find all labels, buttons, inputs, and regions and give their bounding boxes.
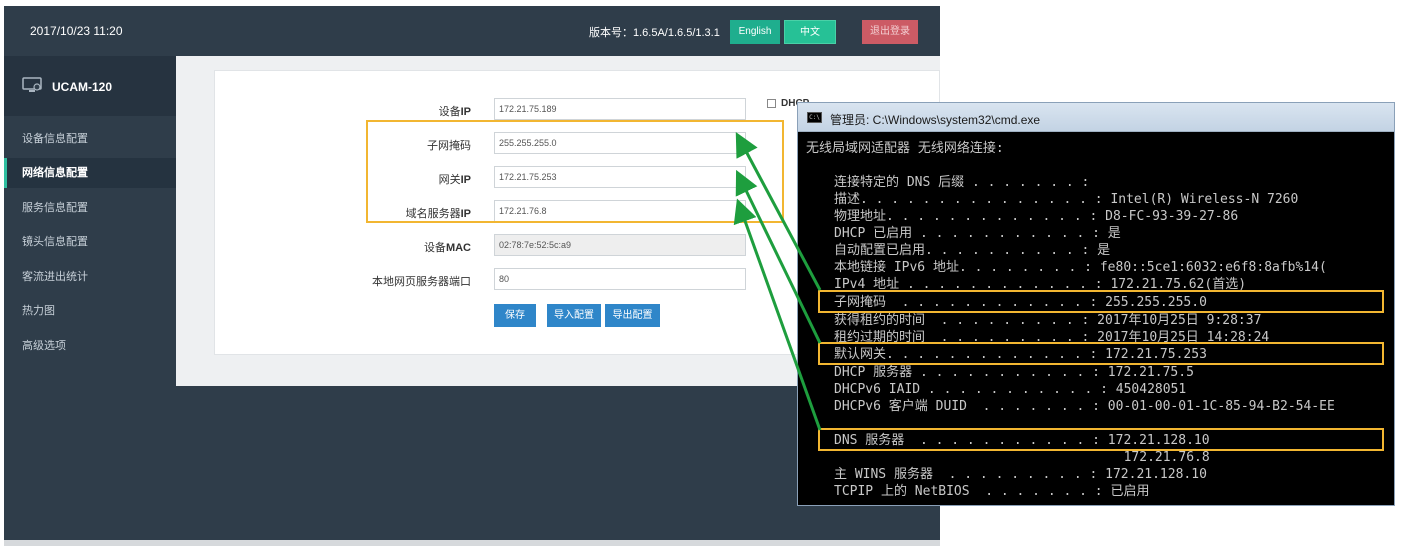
sidebar-item-traffic-stats[interactable]: 客流进出统计 <box>4 262 176 292</box>
sidebar-item-device-info[interactable]: 设备信息配置 <box>4 124 176 154</box>
version-text: 版本号：1.6.5A/1.6.5/1.3.1 <box>589 27 720 39</box>
highlight-box-subnet-mask <box>818 290 1384 313</box>
save-button[interactable]: 保存 <box>494 304 536 327</box>
cmd-line: 物理地址. . . . . . . . . . . . . : D8-FC-93… <box>834 209 1239 224</box>
import-config-button[interactable]: 导入配置 <box>547 304 601 327</box>
cmd-line: DHCP 已启用 . . . . . . . . . . . : 是 <box>834 226 1121 241</box>
device-ip-label: 设备IP <box>438 106 471 118</box>
cmd-adapter-header: 无线局域网适配器 无线网络连接: <box>806 141 1004 156</box>
device-mac-label: 设备MAC <box>423 242 471 254</box>
cmd-output: 无线局域网适配器 无线网络连接: 连接特定的 DNS 后缀 . . . . . … <box>798 133 1394 505</box>
sidebar-item-network-info[interactable]: 网络信息配置 <box>4 158 176 188</box>
cmd-line: 本地链接 IPv6 地址. . . . . . . . : fe80::5ce1… <box>834 260 1327 275</box>
sidebar-item-advanced[interactable]: 高级选项 <box>4 331 176 361</box>
cmd-line: 自动配置已启用. . . . . . . . . . : 是 <box>834 243 1111 258</box>
sidebar-item-service-info[interactable]: 服务信息配置 <box>4 193 176 223</box>
cmd-line: DHCPv6 客户端 DUID . . . . . . . : 00-01-00… <box>834 399 1335 414</box>
device-header: UCAM-120 <box>4 56 176 116</box>
english-button[interactable]: English <box>730 20 780 44</box>
dhcp-checkbox[interactable] <box>767 98 776 108</box>
sidebar: UCAM-120 设备信息配置 网络信息配置 服务信息配置 镜头信息配置 客流进… <box>4 56 176 546</box>
monitor-icon <box>22 77 42 92</box>
highlight-box-dns <box>818 428 1384 451</box>
datetime-display: 2017/10/23 11:20 <box>30 24 123 38</box>
highlight-box-gateway <box>818 342 1384 365</box>
device-ip-input[interactable]: 172.21.75.189 <box>494 98 746 120</box>
cmd-line: 获得租约的时间 . . . . . . . . . : 2017年10月25日 … <box>834 313 1262 328</box>
horizontal-scrollbar[interactable] <box>4 540 940 546</box>
web-port-input[interactable]: 80 <box>494 268 746 290</box>
cmd-line: TCPIP 上的 NetBIOS . . . . . . . : 已启用 <box>834 484 1150 499</box>
sidebar-item-lens-info[interactable]: 镜头信息配置 <box>4 227 176 257</box>
device-mac-input: 02:78:7e:52:5c:a9 <box>494 234 746 256</box>
cmd-line: DHCP 服务器 . . . . . . . . . . . : 172.21.… <box>834 365 1194 380</box>
cmd-line: 描述. . . . . . . . . . . . . . . : Intel(… <box>834 192 1299 207</box>
cmd-line: DHCPv6 IAID . . . . . . . . . . . : 4504… <box>834 382 1187 397</box>
sidebar-item-heatmap[interactable]: 热力图 <box>4 296 176 326</box>
logout-button[interactable]: 退出登录 <box>862 20 918 44</box>
cmd-line: 主 WINS 服务器 . . . . . . . . . : 172.21.12… <box>834 467 1207 482</box>
chinese-button[interactable]: 中文 <box>784 20 836 44</box>
device-name: UCAM-120 <box>52 80 113 94</box>
cmd-title: 管理员: C:\Windows\system32\cmd.exe <box>830 113 1041 127</box>
cmd-line: 172.21.76.8 <box>834 450 1210 465</box>
cmd-window: C:\ 管理员: C:\Windows\system32\cmd.exe 无线局… <box>797 102 1395 506</box>
highlight-box-form <box>366 120 784 223</box>
export-config-button[interactable]: 导出配置 <box>605 304 660 327</box>
top-bar: 2017/10/23 11:20 版本号：1.6.5A/1.6.5/1.3.1 … <box>4 6 940 56</box>
web-port-label: 本地网页服务器端口 <box>372 276 471 288</box>
cmd-icon: C:\ <box>807 112 822 123</box>
cmd-titlebar[interactable]: C:\ 管理员: C:\Windows\system32\cmd.exe <box>798 103 1394 132</box>
cmd-line: 连接特定的 DNS 后缀 . . . . . . . : <box>834 175 1090 190</box>
